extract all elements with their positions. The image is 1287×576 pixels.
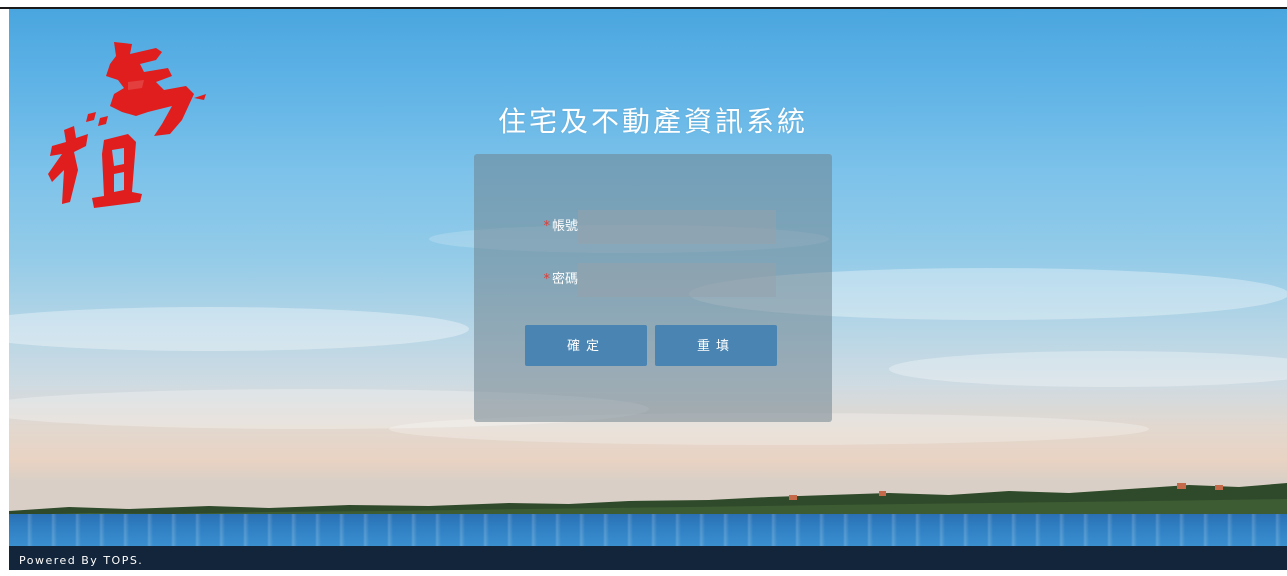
account-label: * 帳號	[526, 210, 582, 244]
matsu-logo	[48, 42, 206, 208]
footer: Powered By TOPS.	[9, 546, 1287, 570]
account-label-text: 帳號	[551, 219, 578, 234]
reset-button[interactable]: 重填	[655, 325, 777, 366]
system-title: 住宅及不動產資訊系統	[497, 105, 808, 138]
password-label-text: 密碼	[551, 272, 578, 287]
lake-reflection	[9, 514, 1287, 546]
password-label: * 密碼	[526, 263, 582, 297]
password-input[interactable]	[578, 263, 776, 297]
submit-button[interactable]: 確定	[525, 325, 647, 366]
password-row: * 密碼	[474, 263, 832, 297]
account-row: * 帳號	[474, 210, 832, 244]
required-mark: *	[543, 219, 550, 234]
footer-text: Powered By TOPS.	[19, 554, 144, 567]
top-border	[0, 0, 1287, 9]
account-input[interactable]	[578, 210, 776, 244]
login-panel: * 帳號 * 密碼 確定 重填	[474, 154, 832, 422]
required-mark: *	[543, 272, 550, 287]
